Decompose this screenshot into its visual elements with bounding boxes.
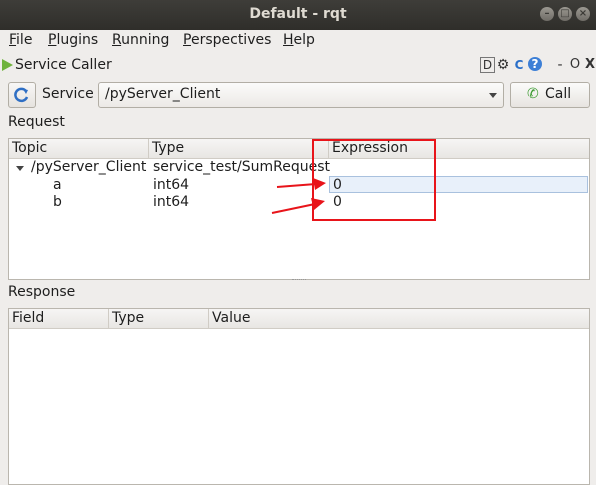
annotation-arrow-icon xyxy=(271,198,325,214)
annotation-arrows xyxy=(271,178,326,214)
annotation-arrow-icon xyxy=(276,178,326,190)
